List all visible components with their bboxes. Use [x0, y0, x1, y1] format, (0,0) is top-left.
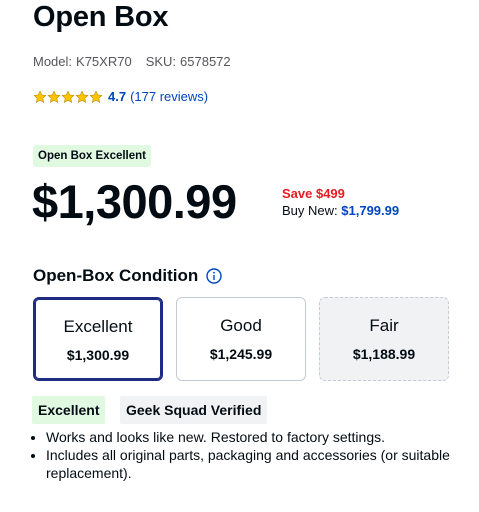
condition-option-good[interactable]: Good $1,245.99	[176, 297, 306, 381]
model-label: Model:	[33, 54, 73, 69]
condition-option-name: Fair	[369, 316, 399, 335]
star-icon	[75, 89, 89, 103]
rating-summary[interactable]: 4.7 (177 reviews)	[33, 89, 208, 104]
current-price: $1,300.99	[32, 175, 237, 228]
condition-option-excellent[interactable]: Excellent $1,300.99	[33, 297, 163, 381]
star-icon	[89, 89, 103, 103]
buy-new-label: Buy New:	[282, 203, 338, 218]
product-meta: Model: K75XR70 SKU: 6578572	[33, 54, 231, 69]
list-item: Includes all original parts, packaging a…	[46, 446, 476, 482]
condition-badge: Open Box Excellent	[33, 145, 152, 167]
star-icon	[61, 89, 75, 103]
model-value: K75XR70	[76, 54, 132, 69]
buy-new-link[interactable]: $1,799.99	[341, 203, 399, 218]
condition-details-list: Works and looks like new. Restored to fa…	[22, 428, 476, 482]
sku-info: SKU: 6578572	[146, 54, 231, 69]
sku-value: 6578572	[180, 54, 231, 69]
list-item: Works and looks like new. Restored to fa…	[46, 428, 476, 446]
sku-label: SKU:	[145, 54, 177, 69]
condition-heading-text: Open-Box Condition	[33, 266, 199, 285]
condition-option-name: Good	[220, 316, 262, 335]
condition-option-price: $1,188.99	[352, 346, 416, 362]
reviews-link[interactable]: (177 reviews)	[130, 89, 208, 104]
condition-option-name: Excellent	[63, 317, 133, 336]
info-icon[interactable]	[206, 268, 222, 284]
page-title: Open Box	[33, 1, 169, 33]
star-icon	[47, 89, 61, 103]
buy-new-price: Buy New: $1,799.99	[282, 203, 399, 218]
rating-score: 4.7	[108, 89, 127, 104]
condition-option-price: $1,300.99	[66, 347, 130, 363]
star-icon	[33, 89, 47, 103]
star-rating	[33, 89, 103, 104]
savings-text: Save $499	[282, 186, 345, 201]
condition-option-price: $1,245.99	[209, 346, 273, 362]
excellent-tag: Excellent	[32, 396, 106, 424]
geek-squad-tag: Geek Squad Verified	[120, 396, 268, 424]
model-info: Model: K75XR70	[33, 54, 132, 69]
condition-option-fair[interactable]: Fair $1,188.99	[319, 297, 449, 381]
condition-heading: Open-Box Condition	[33, 266, 222, 286]
